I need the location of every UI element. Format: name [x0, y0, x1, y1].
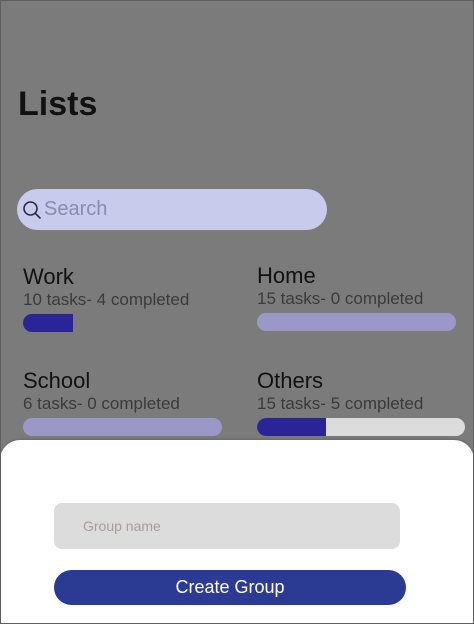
progress-fill: [257, 418, 327, 436]
list-meta: 15 tasks- 5 completed: [257, 394, 424, 413]
create-group-sheet: Create Group: [0, 440, 474, 624]
progress-fill: [23, 314, 74, 332]
page-title: Lists: [18, 85, 98, 123]
list-meta: 6 tasks- 0 completed: [23, 394, 180, 413]
progress-bar: [257, 313, 456, 331]
search-icon: [22, 200, 42, 220]
progress-bar: [23, 418, 222, 436]
list-meta: 15 tasks- 0 completed: [257, 289, 424, 308]
list-name: School: [23, 368, 91, 393]
list-name: Work: [23, 264, 74, 289]
progress-bar: [257, 418, 465, 436]
list-card-others[interactable]: Others 15 tasks- 5 completed: [257, 368, 467, 436]
group-name-input[interactable]: [54, 503, 400, 549]
list-card-home[interactable]: Home 15 tasks- 0 completed: [257, 263, 457, 331]
lists-screen: Lists Work 10 tasks- 4 completed Home 15…: [0, 0, 474, 624]
search-input[interactable]: [44, 198, 304, 221]
create-group-button[interactable]: Create Group: [54, 570, 406, 605]
list-card-work[interactable]: Work 10 tasks- 4 completed: [23, 264, 223, 332]
list-meta: 10 tasks- 4 completed: [23, 290, 190, 309]
progress-bar: [23, 314, 149, 332]
search-bar[interactable]: [17, 189, 327, 230]
list-name: Home: [257, 263, 316, 288]
list-card-school[interactable]: School 6 tasks- 0 completed: [23, 368, 223, 436]
list-name: Others: [257, 368, 324, 393]
